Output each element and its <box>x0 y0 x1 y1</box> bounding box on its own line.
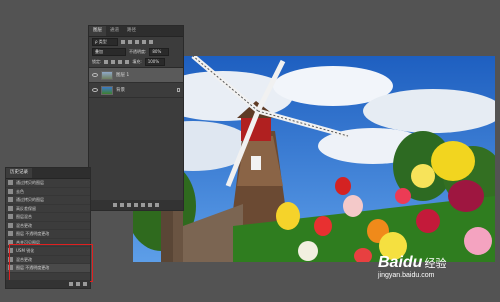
lock-image-icon[interactable] <box>111 60 116 64</box>
blend-row: 叠加 不透明度: 80% <box>89 47 183 57</box>
lock-label: 锁定: <box>92 59 102 64</box>
history-item-label: 高反差保留 <box>16 205 36 211</box>
fill-input[interactable]: 100% <box>144 58 165 66</box>
history-item-label: 通过拷贝的图层 <box>16 197 44 202</box>
history-item[interactable]: 图层 不透明度更改 <box>6 230 90 239</box>
history-item-label: 去色 <box>16 188 24 194</box>
layers-panel-tabbar: 图层 通道 路径 <box>89 26 183 37</box>
layers-panel: 图层 通道 路径 ρ 类型 叠加 不透明度: 80% 锁定: 填充: 100% … <box>88 25 184 211</box>
history-item-label: 通过拷贝的图层 <box>16 180 44 185</box>
opacity-input[interactable]: 80% <box>149 48 170 56</box>
watermark-suffix: 经验 <box>424 258 447 270</box>
blend-mode-select[interactable]: 叠加 <box>92 48 126 56</box>
adjustment-layer-icon[interactable] <box>134 203 138 207</box>
history-step-icon <box>8 222 13 228</box>
layer-thumbnail <box>101 70 113 80</box>
history-item-label: 混合更改 <box>16 222 32 228</box>
baidu-watermark: Baidu 经验 jingyan.baidu.com <box>378 254 496 298</box>
opacity-label: 不透明度: <box>129 49 147 54</box>
history-panel-footer <box>6 280 90 288</box>
history-item[interactable]: 通过拷贝的图层 <box>6 196 90 205</box>
layer-row-background[interactable]: 背景 <box>89 83 183 98</box>
type-filter-icon[interactable] <box>135 40 139 44</box>
layer-name: 图层 1 <box>116 73 130 78</box>
history-item[interactable]: 高反差保留 <box>6 205 90 213</box>
layer-style-icon[interactable] <box>120 203 124 207</box>
lock-all-icon[interactable] <box>125 60 130 64</box>
history-step-icon <box>8 205 13 211</box>
history-item[interactable]: 去色 <box>6 188 90 196</box>
new-document-from-state-icon[interactable] <box>69 282 73 286</box>
history-step-icon <box>8 214 13 220</box>
tab-paths[interactable]: 路径 <box>123 26 140 36</box>
lock-position-icon[interactable] <box>118 60 123 64</box>
layer-thumbnail <box>101 85 113 95</box>
smart-object-filter-icon[interactable] <box>149 40 153 44</box>
history-step-icon <box>8 180 13 186</box>
eye-icon[interactable] <box>92 73 98 77</box>
highlight-box <box>9 244 93 282</box>
layer-row-layer1[interactable]: 图层 1 <box>89 68 183 83</box>
lock-transparent-icon[interactable] <box>104 60 109 64</box>
tab-channels[interactable]: 通道 <box>106 26 123 36</box>
history-panel: 历史记录 通过拷贝的图层 去色 通过拷贝的图层 高反差保留 图层混合 混合更改 … <box>5 167 93 289</box>
lock-row: 锁定: 填充: 100% <box>89 57 183 68</box>
add-mask-icon[interactable] <box>127 203 131 207</box>
windmill-tulip-photo <box>133 56 495 262</box>
history-panel-tabbar: 历史记录 <box>6 168 90 179</box>
fill-label: 填充: <box>132 59 142 64</box>
link-layers-icon[interactable] <box>113 203 117 207</box>
watermark-brand: Baidu <box>378 254 423 271</box>
watermark-logo: Baidu 经验 <box>378 254 496 272</box>
history-item-label: 图层混合 <box>16 214 32 219</box>
adjustment-filter-icon[interactable] <box>128 40 132 44</box>
history-step-icon <box>8 197 13 203</box>
pixel-filter-icon[interactable] <box>121 40 125 44</box>
history-item[interactable]: 通过拷贝的图层 <box>6 179 90 188</box>
new-layer-icon[interactable] <box>148 203 152 207</box>
layer-filter-select[interactable]: ρ 类型 <box>92 38 118 46</box>
shape-filter-icon[interactable] <box>142 40 146 44</box>
watermark-url: jingyan.baidu.com <box>378 272 435 279</box>
history-step-icon <box>8 231 13 237</box>
canvas-photo <box>133 56 495 262</box>
history-item[interactable]: 混合更改 <box>6 222 90 230</box>
layer-filter-row: ρ 类型 <box>89 37 183 47</box>
tab-layers[interactable]: 图层 <box>89 26 106 36</box>
history-item[interactable]: 图层混合 <box>6 213 90 222</box>
tab-history[interactable]: 历史记录 <box>6 168 32 178</box>
lock-icon <box>177 88 180 92</box>
new-group-icon[interactable] <box>141 203 145 207</box>
delete-state-icon[interactable] <box>83 282 87 286</box>
delete-layer-icon[interactable] <box>155 203 159 207</box>
layers-panel-footer <box>89 200 183 210</box>
layer-name: 背景 <box>116 88 125 93</box>
new-snapshot-icon[interactable] <box>76 282 80 286</box>
history-step-icon <box>8 188 13 194</box>
history-item-label: 图层 不透明度更改 <box>16 231 50 236</box>
eye-icon[interactable] <box>92 88 98 92</box>
